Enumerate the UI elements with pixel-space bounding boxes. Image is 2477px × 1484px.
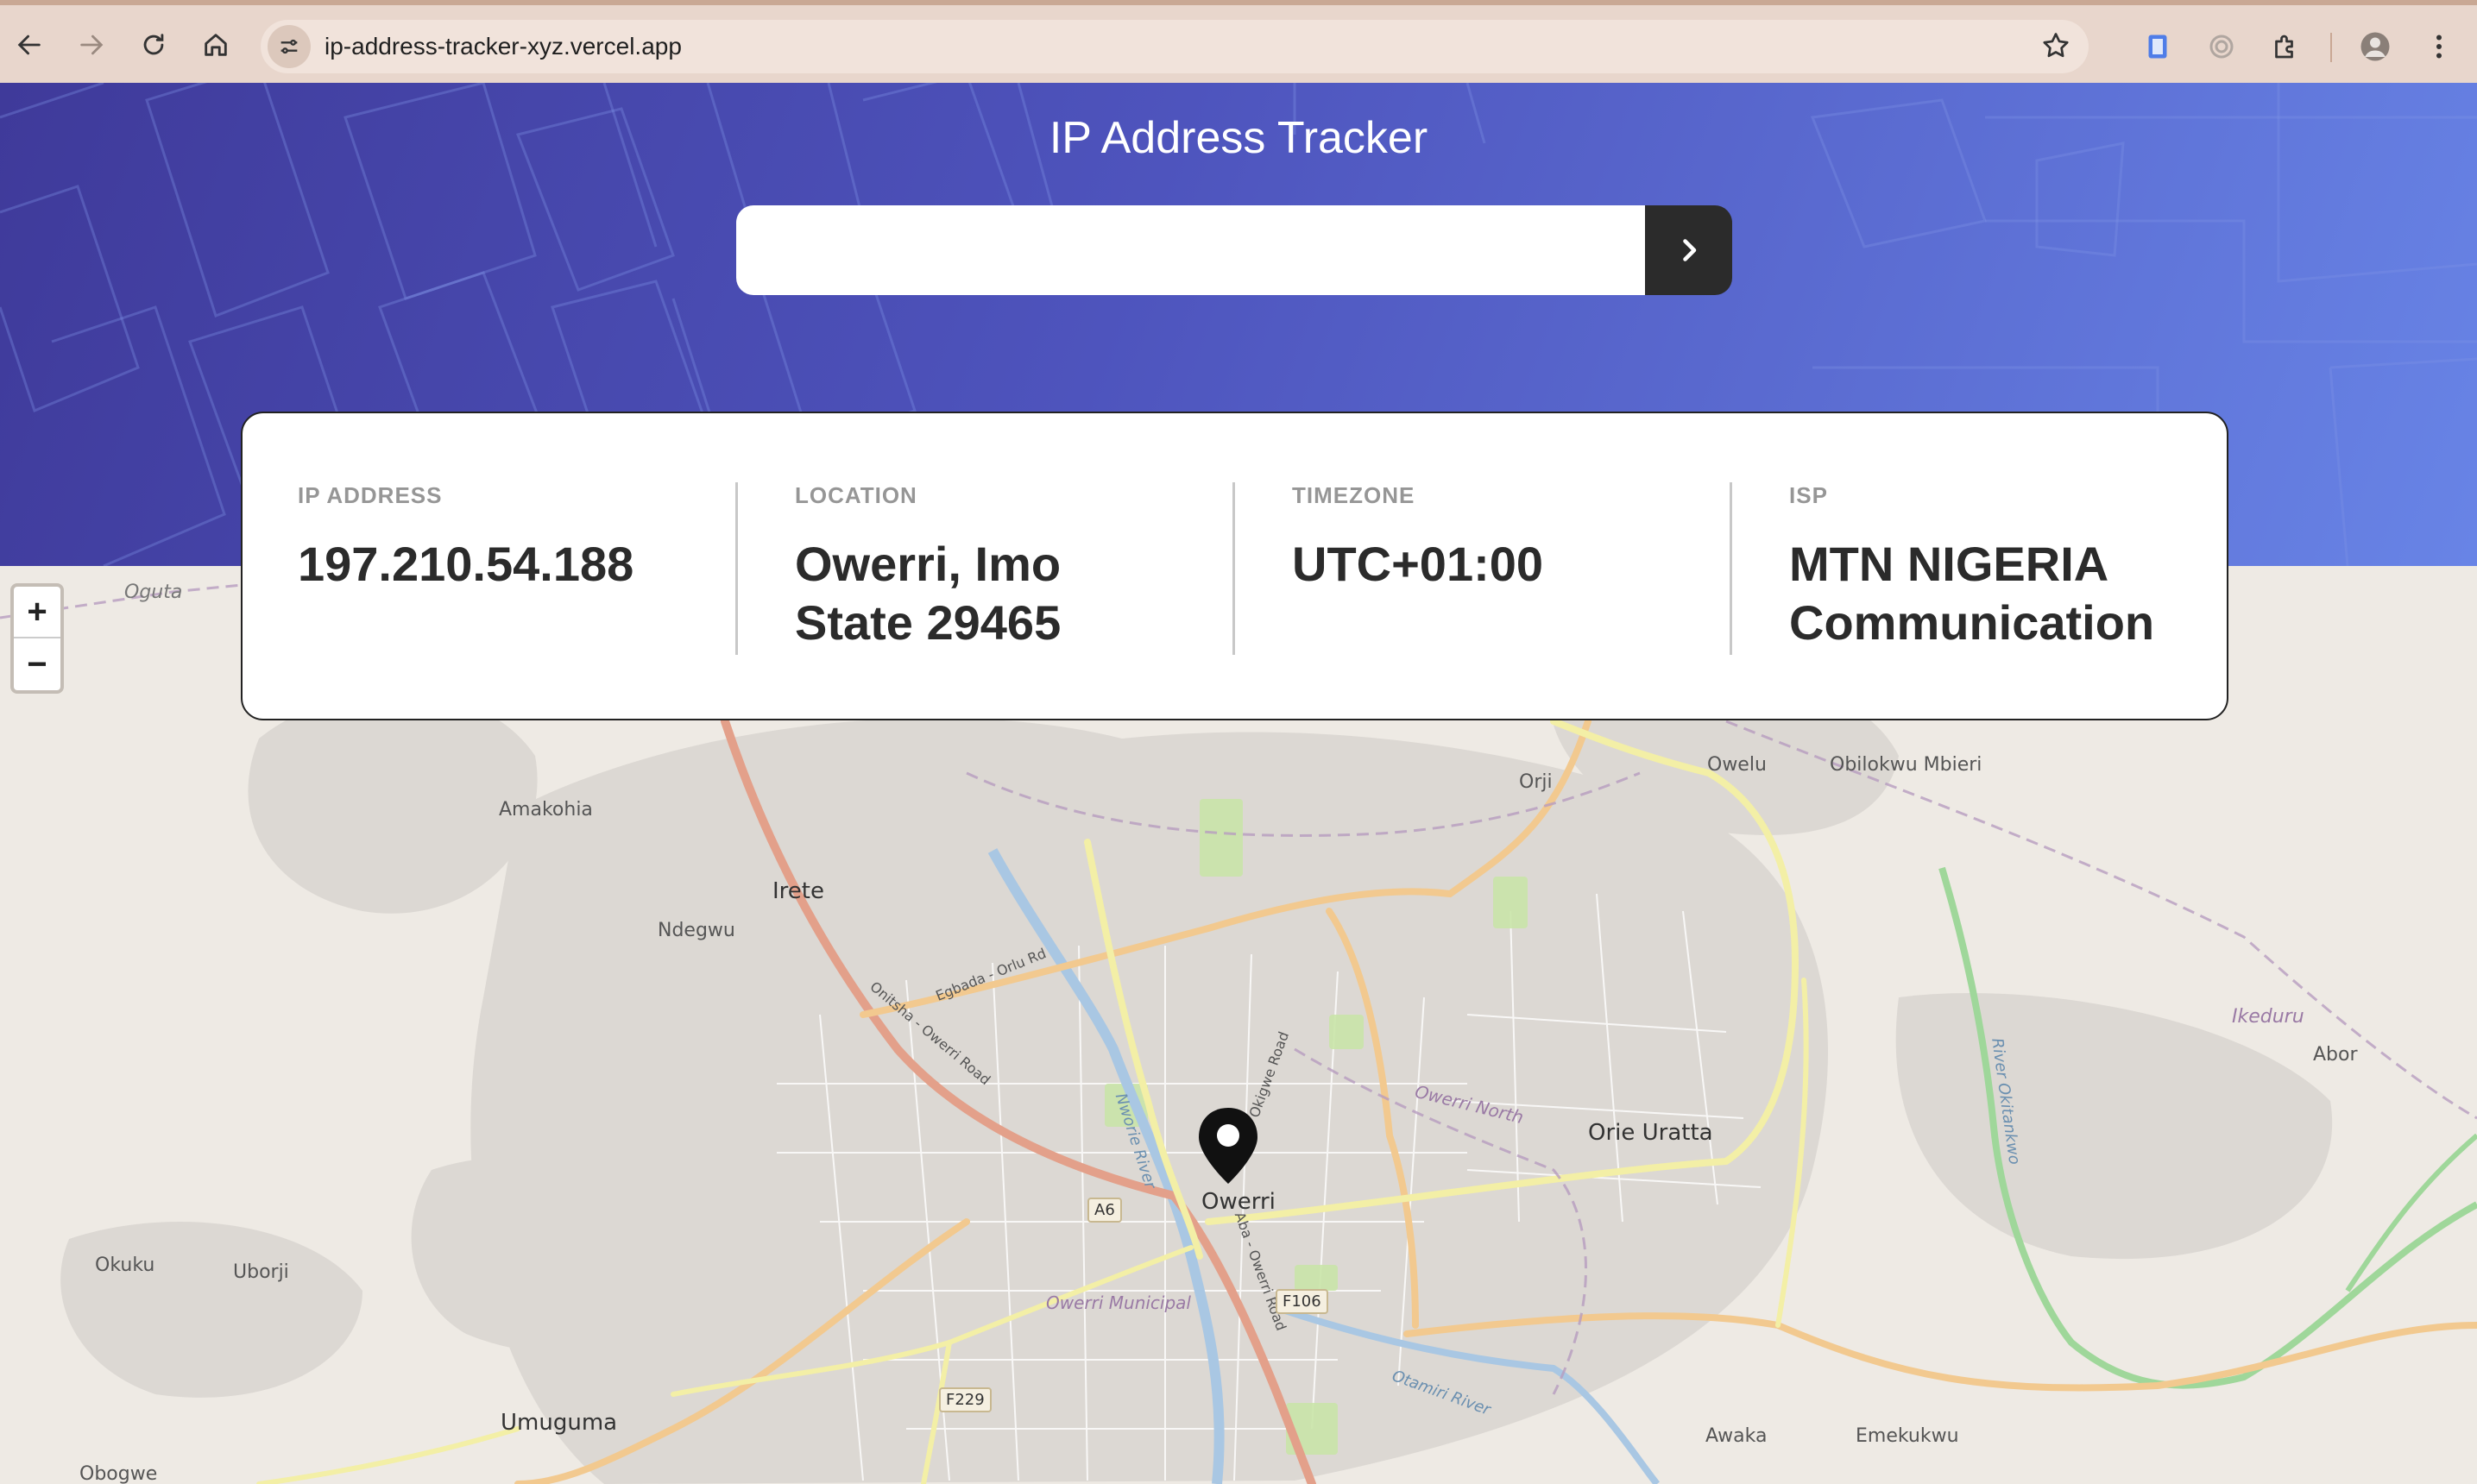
home-icon [205,34,227,56]
map-label-owerri: Owerri [1201,1189,1276,1215]
extension-docs-icon[interactable] [2137,26,2178,67]
map-label-obilokwu-mbieri: Obilokwu Mbieri [1830,754,1982,776]
map-label-amakohia: Amakohia [499,799,593,821]
browser-menu-icon[interactable] [2418,26,2460,67]
map-label-abor: Abor [2313,1044,2358,1066]
profile-avatar-icon[interactable] [2354,26,2396,67]
info-divider [1232,482,1235,655]
timezone-label: TIMEZONE [1292,482,1415,508]
page-title: IP Address Tracker [1049,113,1428,163]
map-label-awaka: Awaka [1705,1425,1768,1447]
map-label-uborji: Uborji [233,1261,289,1283]
isp-value: MTN NIGERIA Communication [1789,537,2155,650]
toolbar-separator [2330,33,2332,62]
browser-toolbar: ip-address-tracker-xyz.vercel.app [0,0,2477,83]
timezone-section: TIMEZONE UTC+01:00 [1292,482,1672,655]
location-label: LOCATION [795,482,917,508]
map-road-shield-a6: A6 [1087,1198,1122,1223]
map-label-oguta: Oguta [124,582,183,603]
map-label-orji: Orji [1519,771,1553,793]
map-label-okuku: Okuku [95,1254,155,1276]
zoom-in-button[interactable]: + [14,587,60,638]
arrow-left-icon [17,35,41,55]
map-label-umuguma: Umuguma [501,1410,618,1436]
ip-address-label: IP ADDRESS [298,482,443,508]
info-divider [735,482,738,655]
map-road-shield-f106: F106 [1276,1289,1328,1314]
map-zoom-control: + − [10,583,64,694]
ip-address-section: IP ADDRESS 197.210.54.188 [298,482,712,655]
extension-circle-icon[interactable] [2201,26,2242,67]
map-label-emekukwu: Emekukwu [1856,1425,1959,1447]
ip-address-value: 197.210.54.188 [298,537,634,591]
forward-button[interactable] [67,21,116,69]
back-button[interactable] [5,21,54,69]
map-label-ndegwu: Ndegwu [658,920,735,941]
isp-section: ISP MTN NIGERIA Communication [1789,482,2203,655]
map-label-ikeduru: Ikeduru [2232,1006,2304,1028]
info-divider [1730,482,1732,655]
map-label-orie-uratta: Orie Uratta [1588,1120,1713,1146]
bookmark-star-icon[interactable] [2040,30,2071,66]
location-section: LOCATION Owerri, Imo State 29465 [795,482,1175,655]
timezone-value: UTC+01:00 [1292,537,1544,591]
location-value: Owerri, Imo State 29465 [795,537,1062,650]
ip-info-card: IP ADDRESS 197.210.54.188 LOCATION Owerr… [241,412,2228,720]
site-info-icon[interactable] [268,25,311,68]
arrow-right-icon [80,35,104,55]
search-submit-button[interactable] [1645,205,1732,295]
isp-label: ISP [1789,482,1828,508]
map-road-shield-f229: F229 [939,1387,992,1412]
map-label-owelu: Owelu [1707,754,1767,776]
zoom-out-button[interactable]: − [14,638,60,690]
ip-search-input[interactable] [736,205,1645,295]
chevron-right-icon [1682,239,1696,261]
map-label-obogwe: Obogwe [79,1463,158,1484]
address-bar[interactable]: ip-address-tracker-xyz.vercel.app [261,20,2089,73]
home-button[interactable] [192,21,240,69]
location-pin-icon[interactable] [1195,1106,1261,1185]
url-text: ip-address-tracker-xyz.vercel.app [325,33,682,60]
reload-icon [143,34,164,55]
map-label-owerri-municipal: Owerri Municipal [1046,1292,1191,1313]
extensions-puzzle-icon[interactable] [2265,26,2306,67]
reload-button[interactable] [129,21,178,69]
map-label-irete: Irete [772,878,824,904]
